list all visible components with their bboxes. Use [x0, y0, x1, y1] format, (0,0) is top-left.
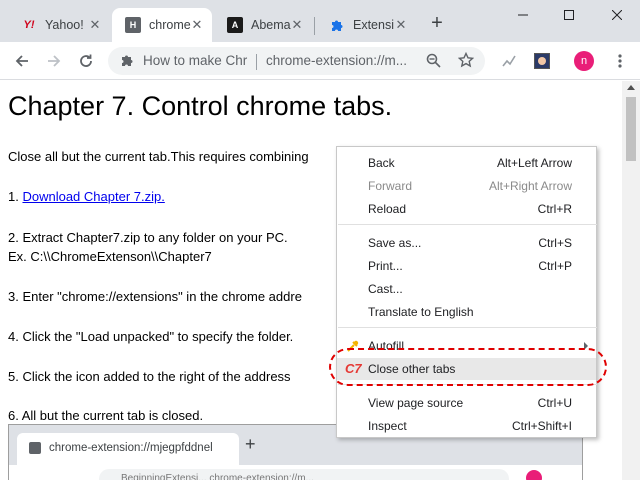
embedded-tab-title: chrome-extension://mjegpfddnel	[49, 442, 213, 454]
omnibox-divider	[256, 54, 257, 70]
tab-strip: Y! Yahoo! ✕ H chrome ✕ A Abema ✕ Extensi…	[0, 0, 640, 42]
menu-item-inspect[interactable]: Inspect Ctrl+Shift+I	[337, 415, 596, 437]
tab-yahoo[interactable]: Y! Yahoo! ✕	[8, 8, 110, 42]
favicon-icon	[29, 442, 41, 454]
h-favicon-icon: H	[125, 17, 141, 33]
menu-item-shortcut: Alt+Left Arrow	[496, 156, 572, 170]
minimize-icon	[518, 14, 528, 16]
step-4: 4. Click the "Load unpacked" to specify …	[8, 329, 294, 344]
scroll-thumb[interactable]	[626, 97, 636, 161]
omnibox[interactable]: How to make Chr chrome-extension://m...	[108, 47, 485, 75]
tab-abema[interactable]: A Abema ✕	[214, 8, 312, 42]
close-icon[interactable]: ✕	[190, 18, 204, 32]
menu-item-reload[interactable]: Reload Ctrl+R	[337, 198, 596, 220]
menu-item-shortcut: Alt+Right Arrow	[488, 179, 572, 193]
tab-chrome[interactable]: H chrome ✕	[112, 8, 212, 42]
menu-item-shortcut: Ctrl+U	[537, 396, 572, 410]
step-5: 5. Click the icon added to the right of …	[8, 369, 291, 384]
step-2-line2: Ex. C:\\ChromeExtenson\\Chapter7	[8, 249, 212, 264]
menu-item-back[interactable]: Back Alt+Left Arrow	[337, 152, 596, 174]
puzzle-icon	[329, 17, 345, 33]
menu-item-shortcut: Ctrl+Shift+I	[511, 419, 572, 433]
menu-item-cast[interactable]: Cast...	[337, 278, 596, 300]
menu-item-label: Back	[368, 156, 395, 170]
maximize-button[interactable]	[546, 0, 592, 30]
tab-title: Extensi	[353, 18, 394, 32]
omnibox-page-title: How to make Chr	[143, 53, 248, 68]
menu-item-label: Cast...	[368, 282, 403, 296]
zoom-icon[interactable]	[426, 53, 441, 73]
close-window-button[interactable]	[594, 0, 640, 30]
extension-avatar-button[interactable]	[530, 49, 554, 73]
reload-icon	[80, 54, 92, 67]
download-link[interactable]: Download Chapter 7.zip.	[22, 189, 164, 204]
menu-separator	[338, 224, 597, 225]
arrow-left-icon	[15, 55, 28, 67]
menu-button[interactable]	[608, 49, 632, 73]
extension-button[interactable]	[497, 49, 521, 73]
step-6: 6. All but the current tab is closed.	[8, 408, 204, 423]
step-3: 3. Enter "chrome://extensions" in the ch…	[8, 289, 302, 304]
tab-extensions[interactable]: Extensi ✕	[316, 8, 416, 42]
omnibox-url: chrome-extension://m...	[266, 53, 408, 68]
browser-toolbar: How to make Chr chrome-extension://m... …	[0, 42, 640, 80]
highlight-annotation	[329, 348, 607, 386]
new-tab-button[interactable]: +	[427, 13, 447, 34]
embedded-tab: chrome-extension://mjegpfddnel	[17, 433, 239, 465]
close-icon[interactable]: ✕	[290, 18, 304, 32]
back-button[interactable]	[10, 49, 34, 73]
menu-item-shortcut: Ctrl+R	[537, 202, 572, 216]
menu-item-label: View page source	[368, 396, 464, 410]
menu-item-label: Inspect	[368, 419, 407, 433]
bookmark-star-icon[interactable]	[457, 51, 475, 73]
maximize-icon	[564, 10, 574, 20]
intro-text: Close all but the current tab.This requi…	[8, 149, 309, 164]
embedded-toolbar: BeginningExtensi... chrome-extension://m…	[9, 465, 582, 480]
kebab-menu-icon	[618, 54, 622, 68]
abema-icon: A	[227, 17, 243, 33]
plus-icon: +	[245, 434, 256, 454]
menu-item-label: Translate to English	[368, 305, 474, 319]
menu-item-save-as[interactable]: Save as... Ctrl+S	[337, 232, 596, 254]
scroll-up-arrow-icon[interactable]	[627, 85, 635, 90]
avatar	[526, 470, 542, 480]
arrow-right-icon	[48, 55, 61, 67]
vertical-scrollbar[interactable]	[622, 81, 640, 480]
tab-divider	[314, 17, 315, 35]
profile-avatar[interactable]: n	[574, 51, 594, 71]
yahoo-icon: Y!	[23, 19, 35, 31]
close-icon	[612, 10, 622, 20]
menu-item-label: Save as...	[368, 236, 422, 250]
menu-item-shortcut: Ctrl+S	[538, 236, 572, 250]
menu-item-label: Reload	[368, 202, 407, 216]
tab-title: Abema	[251, 18, 291, 32]
context-menu: Back Alt+Left Arrow Forward Alt+Right Ar…	[336, 146, 597, 438]
menu-item-forward[interactable]: Forward Alt+Right Arrow	[337, 175, 596, 197]
close-icon[interactable]: ✕	[394, 18, 408, 32]
menu-item-label: Print...	[368, 259, 403, 273]
tab-title: chrome	[149, 18, 191, 32]
menu-separator	[338, 327, 597, 328]
reload-button[interactable]	[74, 49, 98, 73]
embedded-omnibox: BeginningExtensi... chrome-extension://m…	[99, 469, 509, 480]
tab-title: Yahoo!	[45, 18, 84, 32]
puzzle-icon	[120, 53, 134, 72]
menu-item-translate[interactable]: Translate to English	[337, 301, 596, 323]
step-1-prefix: 1.	[8, 189, 23, 204]
pulse-icon	[502, 55, 516, 67]
menu-item-shortcut: Ctrl+P	[538, 259, 572, 273]
menu-item-print[interactable]: Print... Ctrl+P	[337, 255, 596, 277]
close-icon[interactable]: ✕	[88, 18, 102, 32]
menu-item-view-source[interactable]: View page source Ctrl+U	[337, 392, 596, 414]
step-2-line1: 2. Extract Chapter7.zip to any folder on…	[8, 230, 288, 245]
page-heading: Chapter 7. Control chrome tabs.	[8, 91, 393, 121]
step-1: 1. Download Chapter 7.zip.	[8, 189, 165, 204]
menu-item-label: Forward	[368, 179, 413, 193]
minimize-button[interactable]	[500, 0, 546, 30]
forward-button[interactable]	[42, 49, 66, 73]
character-icon	[534, 53, 550, 69]
